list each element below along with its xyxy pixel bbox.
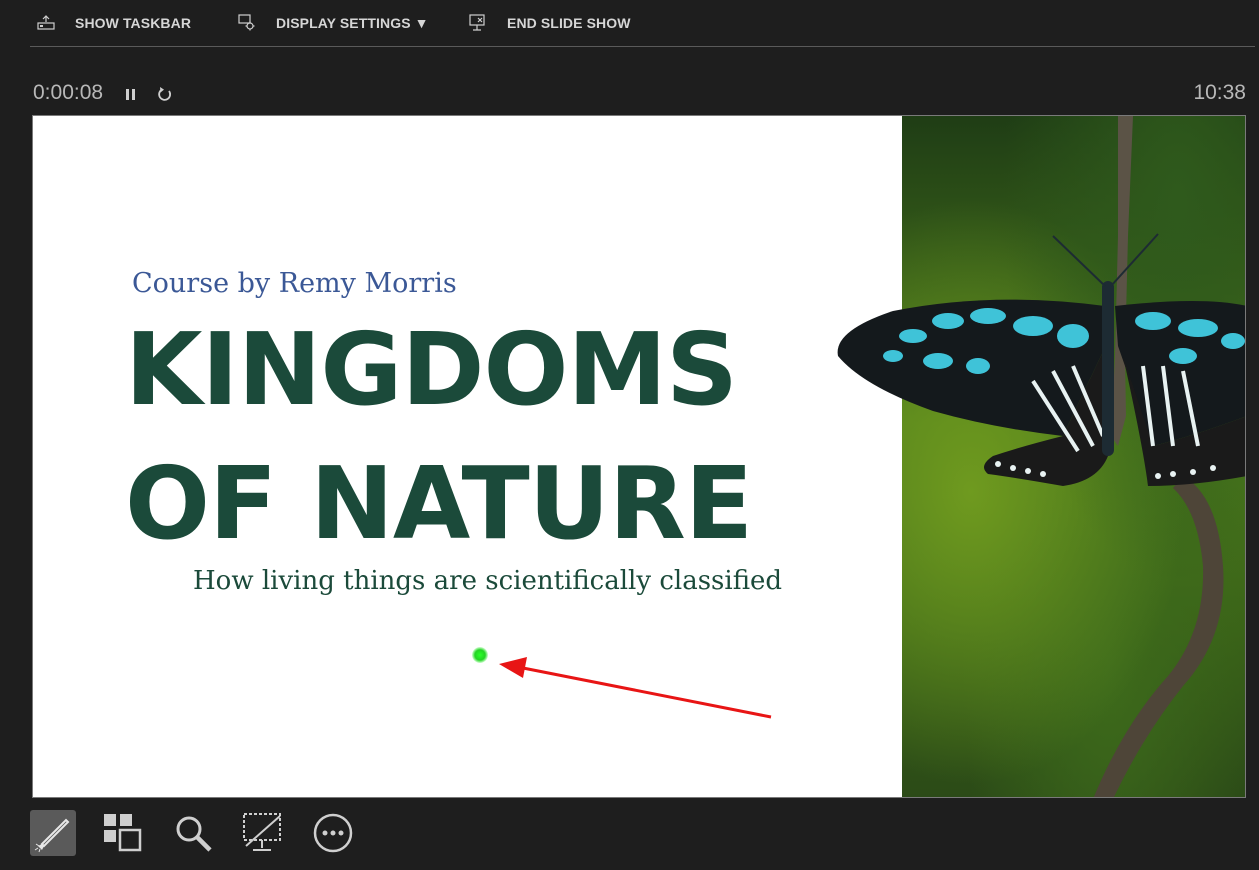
- show-taskbar-label: SHOW TASKBAR: [75, 15, 192, 31]
- restart-icon: [158, 87, 172, 101]
- end-slide-show-label: END SLIDE SHOW: [507, 15, 631, 31]
- current-slide[interactable]: Course by Remy Morris KINGDOMS OF NATURE…: [32, 115, 1246, 798]
- pause-icon: [126, 89, 135, 100]
- presenter-toolbar: SHOW TASKBAR DISPLAY SETTINGS ▼ END SLID…: [0, 0, 1259, 47]
- slide-subtitle: How living things are scientifically cla…: [193, 566, 783, 596]
- pen-laser-tool-button[interactable]: [30, 810, 76, 856]
- pause-timer-button[interactable]: [122, 84, 140, 104]
- display-settings-button[interactable]: DISPLAY SETTINGS ▼: [238, 13, 429, 33]
- pen-laser-icon: [34, 818, 70, 853]
- slide-title-line-1: KINGDOMS: [125, 311, 738, 428]
- taskbar-icon: [37, 14, 57, 32]
- magnifier-icon: [176, 816, 212, 852]
- annotation-arrow: [499, 657, 772, 719]
- end-show-icon: [469, 14, 489, 32]
- zoom-button[interactable]: [170, 810, 216, 856]
- display-settings-icon: [238, 14, 258, 32]
- slide-course-text: Course by Remy Morris: [132, 268, 457, 299]
- current-time: 10:38: [1193, 81, 1246, 104]
- black-screen-button[interactable]: [240, 810, 286, 856]
- elapsed-timer: 0:00:08: [33, 81, 104, 104]
- show-taskbar-button[interactable]: SHOW TASKBAR: [37, 13, 191, 33]
- restart-timer-button[interactable]: [156, 84, 174, 104]
- screen-off-icon: [243, 813, 281, 851]
- display-settings-label: DISPLAY SETTINGS ▼: [276, 15, 429, 31]
- end-slide-show-button[interactable]: END SLIDE SHOW: [469, 13, 631, 33]
- more-options-button[interactable]: [310, 810, 356, 856]
- see-all-slides-button[interactable]: [100, 810, 146, 856]
- more-options-icon: [313, 813, 353, 853]
- lower-branch-shape: [1093, 476, 1224, 797]
- slide-title-line-2: OF NATURE: [125, 445, 753, 562]
- grid-slides-icon: [104, 814, 142, 852]
- butterfly-shape: [837, 233, 1245, 486]
- laser-pointer: [472, 647, 488, 663]
- toolbar-divider: [30, 46, 1255, 47]
